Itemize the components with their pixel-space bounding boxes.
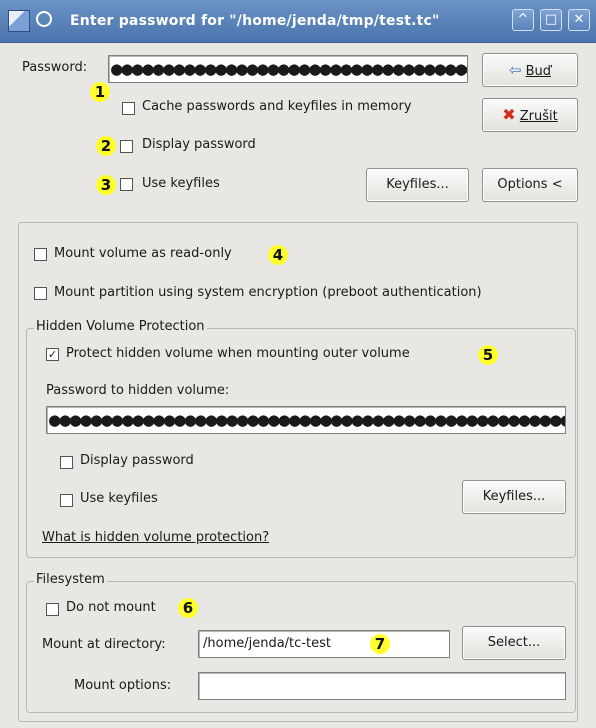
hidden-volume-group-title: Hidden Volume Protection	[34, 319, 207, 334]
cancel-button[interactable]: ✖ Zrušit	[482, 98, 578, 132]
hidden-password-input[interactable]: ●●●●●●●●●●●●●●●●●●●●●●●●●●●●●●●●●●●●●●●●…	[46, 406, 566, 434]
select-directory-button[interactable]: Select...	[462, 626, 566, 660]
system-encryption-label: Mount partition using system encryption …	[54, 285, 482, 300]
annotation-badge-1: 1	[90, 82, 110, 102]
cache-checkbox[interactable]	[122, 102, 135, 115]
annotation-badge-3: 3	[96, 175, 116, 195]
hidden-use-keyfiles-checkbox[interactable]	[60, 494, 73, 507]
window-title: Enter password for "/home/jenda/tmp/test…	[70, 13, 440, 29]
keyfiles-button[interactable]: Keyfiles...	[366, 168, 469, 202]
ok-button-label: Buď	[525, 64, 552, 79]
ok-button[interactable]: ⇦ Buď	[482, 53, 578, 87]
password-input[interactable]: ●●●●●●●●●●●●●●●●●●●●●●●●●●●●●●●●●●●	[108, 55, 468, 83]
hidden-display-password-checkbox[interactable]	[60, 456, 73, 469]
red-x-icon: ✖	[502, 105, 516, 124]
do-not-mount-checkbox[interactable]	[46, 603, 59, 616]
close-button[interactable]: ✕	[568, 9, 590, 31]
hidden-keyfiles-button[interactable]: Keyfiles...	[462, 480, 566, 514]
protect-hidden-checkbox[interactable]: ✓	[46, 348, 59, 361]
use-keyfiles-checkbox[interactable]	[120, 178, 133, 191]
maximize-button[interactable]: □	[540, 9, 562, 31]
window-menu-icon[interactable]	[36, 11, 52, 27]
password-label: Password:	[22, 60, 88, 75]
do-not-mount-label: Do not mount	[66, 600, 156, 615]
readonly-label: Mount volume as read-only	[54, 246, 232, 261]
annotation-badge-6: 6	[178, 598, 198, 618]
mount-options-input[interactable]	[198, 672, 566, 700]
mount-dir-input[interactable]: /home/jenda/tc-test	[198, 630, 450, 658]
title-bar: Enter password for "/home/jenda/tmp/test…	[0, 0, 596, 43]
display-password-label: Display password	[142, 137, 256, 152]
annotation-badge-4: 4	[268, 245, 288, 265]
filesystem-group-title: Filesystem	[34, 572, 107, 587]
hidden-display-password-label: Display password	[80, 453, 194, 468]
mount-dir-label: Mount at directory:	[42, 637, 166, 652]
app-icon	[8, 10, 30, 32]
cache-label: Cache passwords and keyfiles in memory	[142, 99, 412, 114]
annotation-badge-7: 7	[370, 634, 390, 654]
annotation-badge-2: 2	[96, 136, 116, 156]
annotation-badge-5: 5	[478, 345, 498, 365]
arrow-left-icon: ⇦	[508, 61, 522, 79]
mount-options-label: Mount options:	[74, 678, 172, 693]
system-encryption-checkbox[interactable]	[34, 287, 47, 300]
options-button[interactable]: Options <	[482, 168, 578, 202]
use-keyfiles-label: Use keyfiles	[142, 176, 220, 191]
hidden-protection-help-link[interactable]: What is hidden volume protection?	[42, 530, 269, 545]
protect-hidden-label: Protect hidden volume when mounting oute…	[66, 346, 410, 361]
hidden-use-keyfiles-label: Use keyfiles	[80, 491, 158, 506]
minimize-button[interactable]: ^	[512, 9, 534, 31]
cancel-button-label: Zrušit	[519, 109, 558, 124]
display-password-checkbox[interactable]	[120, 140, 133, 153]
readonly-checkbox[interactable]	[34, 248, 47, 261]
hidden-password-label: Password to hidden volume:	[46, 383, 230, 398]
